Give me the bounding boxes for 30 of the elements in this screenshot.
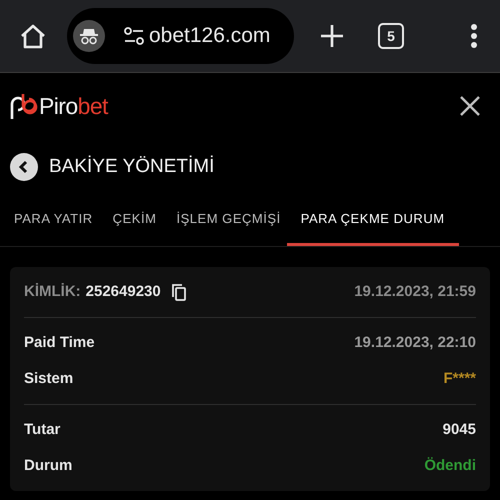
new-tab-icon[interactable]: [320, 24, 344, 48]
field-label: Paid Time: [24, 332, 95, 353]
id-label: KİMLİK:: [24, 282, 81, 302]
field-value: F****: [443, 368, 476, 389]
tab[interactable]: PARA YATIR: [14, 195, 93, 246]
id-value: 252649230: [86, 282, 161, 302]
field-value: Ödendi: [424, 456, 476, 476]
field-label: Tutar: [24, 420, 60, 440]
copy-icon[interactable]: [170, 283, 187, 301]
close-icon[interactable]: [460, 96, 480, 116]
tab-count-button[interactable]: 5: [378, 23, 404, 49]
site-settings-icon[interactable]: [123, 27, 145, 45]
field-value: 19.12.2023, 22:10: [354, 332, 476, 353]
url-text: obet126.com: [149, 23, 270, 50]
more-menu-icon[interactable]: [470, 24, 478, 48]
field-label: Durum: [24, 456, 72, 476]
field-label: Sistem: [24, 368, 74, 389]
logo-text: Pirobet: [39, 92, 108, 121]
page-title: BAKİYE YÖNETİMİ: [49, 154, 214, 179]
logo-mark-icon: [9, 92, 39, 120]
tab[interactable]: PARA ÇEKME DURUM: [286, 195, 459, 246]
tab[interactable]: İŞLEM GEÇMİŞİ: [176, 195, 281, 246]
chevron-left-icon: [18, 160, 30, 174]
back-button[interactable]: [10, 153, 38, 181]
tab[interactable]: ÇEKİM: [112, 195, 156, 246]
incognito-icon: [73, 20, 105, 52]
created-date: 19.12.2023, 21:59: [354, 282, 476, 302]
site-logo[interactable]: Pirobet: [9, 88, 108, 124]
address-bar[interactable]: obet126.com: [67, 8, 294, 64]
field-value: 9045: [442, 420, 476, 440]
